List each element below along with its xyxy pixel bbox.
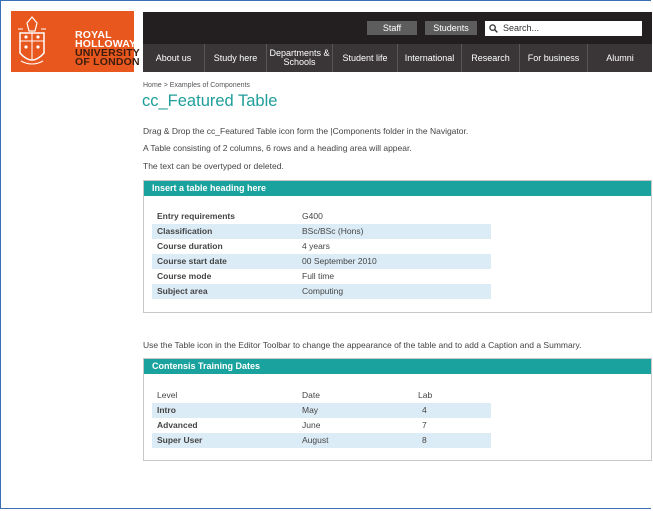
students-button[interactable]: Students xyxy=(425,21,477,35)
row-level: Intro xyxy=(157,405,176,415)
nav-item-departments-schools[interactable]: Departments & Schools xyxy=(267,44,333,72)
row-value: 4 years xyxy=(302,241,330,251)
table-row: Super User August 8 xyxy=(152,433,491,448)
row-label: Course duration xyxy=(157,241,223,251)
staff-button[interactable]: Staff xyxy=(367,21,417,35)
breadcrumb-home-link[interactable]: Home xyxy=(143,82,162,89)
row-label: Course mode xyxy=(157,271,212,281)
intro-paragraph-3: The text can be overtyped or deleted. xyxy=(143,161,284,171)
training-dates-heading: Contensis Training Dates xyxy=(144,359,651,374)
row-date: May xyxy=(302,405,319,415)
row-label: Entry requirements xyxy=(157,211,235,221)
row-value: Full time xyxy=(302,271,335,281)
top-utility-bar: Staff Students Search... xyxy=(143,12,652,44)
university-logo[interactable]: ROYAL HOLLOWAY UNIVERSITY OF LONDON xyxy=(11,11,140,72)
training-dates-table: Contensis Training Dates Level Date Lab … xyxy=(143,358,652,461)
table-row: Advanced June 7 xyxy=(152,418,491,433)
table-row: Classification BSc/BSc (Hons) xyxy=(152,224,491,239)
table-row: Intro May 4 xyxy=(152,403,491,418)
row-level: Advanced xyxy=(157,420,198,430)
table-row: Course start date 00 September 2010 xyxy=(152,254,491,269)
row-date: August xyxy=(302,435,329,445)
column-header: Date xyxy=(302,390,320,400)
table-row: Course duration 4 years xyxy=(152,239,491,254)
featured-table: Insert a table heading here Entry requir… xyxy=(143,180,652,313)
logo-line-4: OF LONDON xyxy=(75,56,140,68)
nav-item-about-us[interactable]: About us xyxy=(143,44,205,72)
logo-text: ROYAL HOLLOWAY UNIVERSITY OF LONDON xyxy=(75,30,140,68)
main-navigation: About us Study here Departments & School… xyxy=(143,44,652,72)
nav-item-international[interactable]: International xyxy=(398,44,462,72)
crest-icon xyxy=(18,16,46,65)
row-label: Subject area xyxy=(157,286,208,296)
breadcrumb-separator: > xyxy=(163,82,168,89)
search-icon xyxy=(489,24,498,33)
table-row: Course mode Full time xyxy=(152,269,491,284)
nav-item-for-business[interactable]: For business xyxy=(520,44,588,72)
search-placeholder: Search... xyxy=(503,23,540,33)
row-value: BSc/BSc (Hons) xyxy=(302,226,364,236)
search-input[interactable]: Search... xyxy=(485,21,642,36)
row-level: Super User xyxy=(157,435,203,445)
nav-item-research[interactable]: Research xyxy=(462,44,520,72)
featured-table-heading: Insert a table heading here xyxy=(144,181,651,196)
row-value: 00 September 2010 xyxy=(302,256,377,266)
row-label: Classification xyxy=(157,226,213,236)
breadcrumb: Home > Examples of Components xyxy=(143,82,250,89)
nav-item-alumni[interactable]: Alumni xyxy=(588,44,652,72)
row-value: Computing xyxy=(302,286,344,296)
row-date: June xyxy=(302,420,321,430)
nav-item-study-here[interactable]: Study here xyxy=(205,44,267,72)
table-row: Entry requirements G400 xyxy=(152,209,491,224)
intro-paragraph-1: Drag & Drop the cc_Featured Table icon f… xyxy=(143,126,469,136)
page-title: cc_Featured Table xyxy=(142,92,278,110)
table-header-row: Level Date Lab xyxy=(152,388,491,403)
editor-toolbar-paragraph: Use the Table icon in the Editor Toolbar… xyxy=(143,340,582,350)
column-header: Lab xyxy=(418,390,433,400)
row-value: G400 xyxy=(302,211,323,221)
breadcrumb-current[interactable]: Examples of Components xyxy=(170,82,250,89)
row-lab: 8 xyxy=(422,435,427,445)
row-lab: 4 xyxy=(422,405,427,415)
nav-item-student-life[interactable]: Student life xyxy=(333,44,398,72)
row-lab: 7 xyxy=(422,420,427,430)
table-row: Subject area Computing xyxy=(152,284,491,299)
row-label: Course start date xyxy=(157,256,227,266)
column-header: Level xyxy=(157,390,178,400)
intro-paragraph-2: A Table consisting of 2 columns, 6 rows … xyxy=(143,143,412,153)
